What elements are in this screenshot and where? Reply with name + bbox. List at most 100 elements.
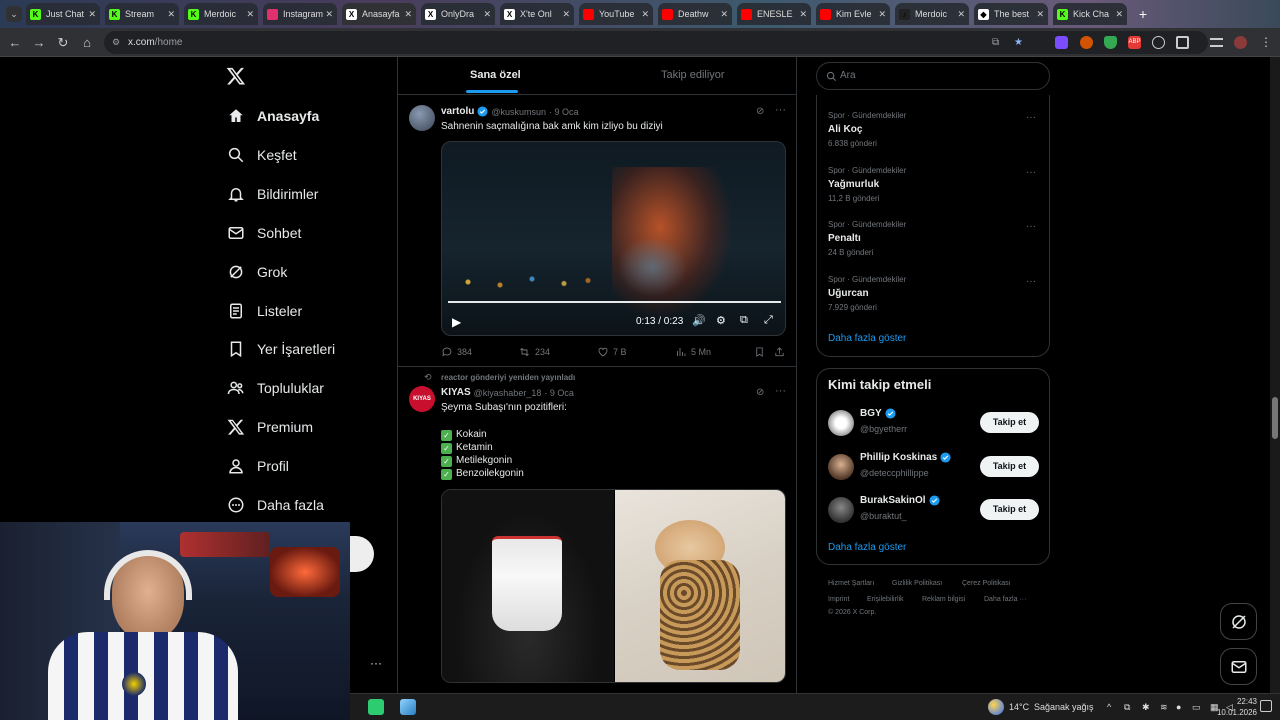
nav-item[interactable]: Topluluklar [226,374,324,402]
nav-item[interactable]: Anasayfa [226,102,319,130]
footer-link[interactable]: Gizlilik Politikası [892,580,942,587]
back-arrow-icon[interactable]: ← [6,34,24,52]
weather-icon[interactable] [988,699,1004,715]
browser-tab[interactable]: K Just Chat ✕ [26,3,100,25]
nav-item[interactable]: Bildirimler [226,180,318,208]
profile-avatar-icon[interactable] [1234,36,1247,49]
tweet-date[interactable]: · 9 Oca [549,107,579,117]
browser-tab[interactable]: X X'te Onl ✕ [500,3,574,25]
tray-wifi-off-icon[interactable]: ≋ [1160,702,1168,713]
footer-link[interactable]: Çerez Politikası [962,580,1011,587]
browser-tab[interactable]: K Kick Cha ✕ [1053,3,1127,25]
show-more-trends-link[interactable]: Daha fazla göster [828,333,906,344]
nav-item[interactable]: Keşfet [226,141,297,169]
nav-item[interactable]: Daha fazla [226,491,324,519]
forward-arrow-icon[interactable]: → [30,34,48,52]
nav-item[interactable]: Yer İşaretleri [226,335,335,363]
avatar[interactable]: KIYAS [409,386,435,412]
like-button[interactable]: 7 B [597,346,627,358]
tab-following[interactable]: Takip ediliyor [661,69,725,81]
tray-bluetooth-icon[interactable]: ✱ [1142,702,1150,713]
notifications-icon[interactable] [1260,700,1272,712]
tab-close-icon[interactable]: ✕ [325,9,333,20]
grok-float-button[interactable] [1220,603,1257,640]
show-more-follow-link[interactable]: Daha fazla göster [828,542,906,553]
suggestion-name-row[interactable]: Phillip Koskinas [860,452,951,463]
reply-button[interactable]: 384 [441,346,472,358]
share-icon[interactable] [774,345,785,363]
tab-close-icon[interactable]: ✕ [1115,9,1123,20]
avatar[interactable] [828,453,854,480]
url-bar[interactable]: ⚙ x.com/home ⧉ ★ [104,31,1208,54]
author-handle[interactable]: @kiyashaber_18 [474,388,542,398]
tweet-date[interactable]: · 9 Oca [544,388,574,398]
follow-button[interactable]: Takip et [980,455,1039,477]
search-input[interactable]: Ara [816,62,1050,90]
footer-link[interactable]: Reklam bilgisi [922,596,965,603]
tab-close-icon[interactable]: ✕ [641,9,649,20]
tab-close-icon[interactable]: ✕ [246,9,254,20]
tab-close-icon[interactable]: ✕ [483,9,491,20]
trend-more-icon[interactable]: ··· [1026,167,1036,178]
footer-link[interactable]: Imprint [828,596,849,603]
adblock-icon[interactable]: ABP [1128,36,1141,49]
trend-more-icon[interactable]: ··· [1026,276,1036,287]
account-more-icon[interactable]: ··· [370,656,382,670]
home-button-icon[interactable]: ⌂ [78,34,96,52]
tab-for-you[interactable]: Sana özel [470,69,521,81]
extension-shield-icon[interactable] [1104,36,1117,49]
bookmark-tweet-icon[interactable] [754,345,765,363]
extension-fox-icon[interactable] [1080,36,1093,49]
trend-more-icon[interactable]: ··· [1026,112,1036,123]
tab-close-icon[interactable]: ✕ [88,9,96,20]
follow-button[interactable]: Takip et [980,499,1039,520]
reading-list-icon[interactable] [1210,38,1223,47]
follow-button[interactable]: Takip et [980,412,1039,433]
author-name[interactable]: KIYAS [441,387,471,398]
browser-tab[interactable]: YouTube ✕ [579,3,653,25]
bookmark-star-icon[interactable]: ★ [1014,31,1023,54]
views-button[interactable]: 5 Mn [675,346,711,358]
tray-chevron-icon[interactable]: ^ [1107,702,1111,712]
footer-link[interactable]: Daha fazla ··· [984,596,1026,603]
grok-explain-icon[interactable]: ⊘ [756,106,764,117]
repost-note[interactable]: reactor gönderiyi yeniden yayınladı [441,373,575,382]
trend-more-icon[interactable]: ··· [1026,221,1036,232]
extension-circle-icon[interactable] [1152,36,1165,49]
browser-tab[interactable]: Deathw ✕ [658,3,732,25]
tab-search-chevron-icon[interactable]: ⌄ [6,6,22,22]
clock-time[interactable]: 22:43 [1207,697,1257,706]
tab-close-icon[interactable]: ✕ [404,9,412,20]
clock-date[interactable]: 10.01.2026 [1200,708,1257,717]
nav-item[interactable]: Sohbet [226,219,301,247]
weather-text[interactable]: Sağanak yağış [1034,702,1094,712]
tray-app-icon[interactable]: ⧉ [1124,702,1130,713]
fullscreen-icon[interactable]: ⤢ [764,314,773,327]
footer-link[interactable]: Hizmet Şartları [828,580,874,587]
page-scrollbar[interactable] [1270,57,1280,693]
browser-tab[interactable]: ENESLE ✕ [737,3,811,25]
tray-mic-icon[interactable]: ● [1176,702,1181,712]
video-player[interactable]: ▶ 0:13 / 0:23 🔊 ⚙ ⧉ ⤢ [441,141,786,336]
taskbar-app-green-icon[interactable] [368,699,384,715]
site-info-icon[interactable]: ⚙ [112,31,120,54]
nav-item[interactable]: Listeler [226,297,302,325]
weather-temp[interactable]: 14°C [1009,702,1029,712]
settings-gear-icon[interactable]: ⚙ [716,314,726,327]
suggestion-name-row[interactable]: BurakSakinOl [860,495,940,506]
tab-close-icon[interactable]: ✕ [562,9,570,20]
media-image-right[interactable] [615,490,785,682]
messages-float-button[interactable] [1220,648,1257,685]
author-name[interactable]: vartolu [441,106,474,117]
browser-tab[interactable]: ♪ Merdoic ✕ [895,3,969,25]
tweet-media-grid[interactable] [441,489,786,683]
media-image-left[interactable] [442,490,614,682]
tab-close-icon[interactable]: ✕ [720,9,728,20]
post-button-partial[interactable] [350,536,374,572]
more-options-icon[interactable]: ··· [775,385,786,397]
scrollbar-thumb[interactable] [1272,397,1278,439]
tab-close-icon[interactable]: ✕ [878,9,886,20]
nav-item[interactable]: Premium [226,413,313,441]
suggestion-name-row[interactable]: BGY [860,408,896,419]
browser-tab[interactable]: X OnlyDra ✕ [421,3,495,25]
